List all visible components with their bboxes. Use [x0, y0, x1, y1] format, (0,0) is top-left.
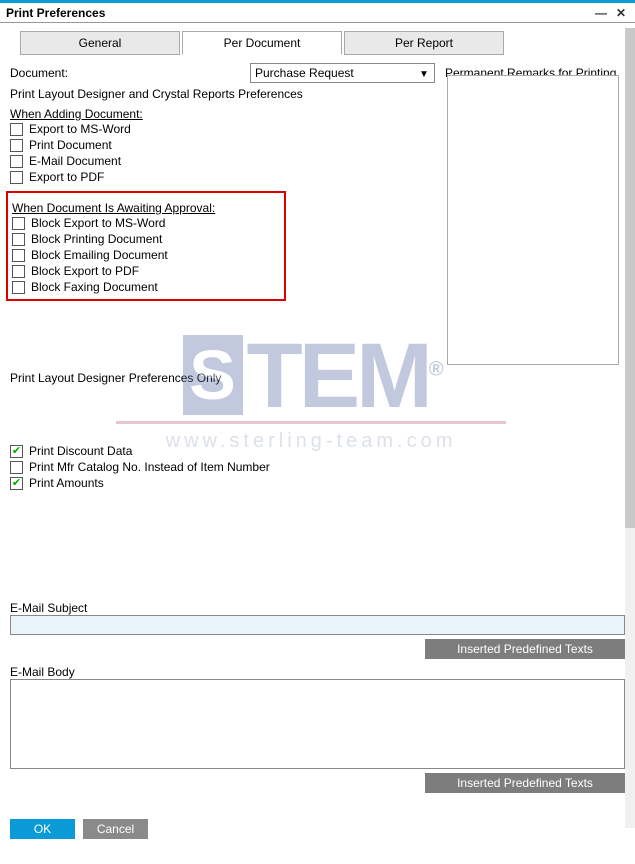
permanent-remarks-textarea[interactable]	[447, 75, 619, 365]
email-subject-input[interactable]	[10, 615, 625, 635]
tab-content: S TEM® www.sterling-team.com Document: P…	[0, 55, 635, 849]
checkbox[interactable]	[10, 123, 23, 136]
checkbox-label: Block Printing Document	[31, 232, 162, 246]
checkbox-label: Export to MS-Word	[29, 122, 131, 136]
email-body-label: E-Mail Body	[10, 665, 625, 679]
checkbox[interactable]	[10, 171, 23, 184]
tabs: General Per Document Per Report	[20, 31, 635, 55]
checkbox-label: Block Faxing Document	[31, 280, 158, 294]
chk-print-mfr-catalog[interactable]: Print Mfr Catalog No. Instead of Item Nu…	[10, 459, 625, 475]
titlebar: Print Preferences — ✕	[0, 3, 635, 23]
checkbox[interactable]	[10, 139, 23, 152]
insert-predefined-body-button[interactable]: Inserted Predefined Texts	[425, 773, 625, 793]
awaiting-title: When Document Is Awaiting Approval:	[12, 201, 280, 215]
checkbox-label: Print Mfr Catalog No. Instead of Item Nu…	[29, 460, 270, 474]
minimize-icon[interactable]: —	[593, 6, 609, 20]
checkbox-label: Print Discount Data	[29, 444, 132, 458]
dropdown-arrow-icon: ▼	[416, 66, 432, 82]
window-title: Print Preferences	[6, 6, 589, 20]
checkbox[interactable]	[12, 281, 25, 294]
checkbox-label: Print Document	[29, 138, 112, 152]
button-bar: OK Cancel	[10, 819, 148, 839]
checkbox[interactable]	[10, 461, 23, 474]
document-select-value: Purchase Request	[255, 66, 354, 80]
pld-only-title: Print Layout Designer Preferences Only	[10, 371, 625, 385]
checkbox[interactable]	[12, 233, 25, 246]
checkbox[interactable]	[10, 155, 23, 168]
awaiting-approval-block: When Document Is Awaiting Approval: Bloc…	[6, 191, 286, 301]
checkbox[interactable]: ✔	[10, 445, 23, 458]
chk-block-printing[interactable]: Block Printing Document	[12, 231, 280, 247]
chk-block-export-pdf[interactable]: Block Export to PDF	[12, 263, 280, 279]
checkbox-label: Export to PDF	[29, 170, 104, 184]
chk-block-emailing[interactable]: Block Emailing Document	[12, 247, 280, 263]
ok-button[interactable]: OK	[10, 819, 75, 839]
cancel-button[interactable]: Cancel	[83, 819, 148, 839]
chk-print-amounts[interactable]: ✔ Print Amounts	[10, 475, 625, 491]
checkbox[interactable]: ✔	[10, 477, 23, 490]
document-label: Document:	[10, 66, 250, 80]
email-body-input[interactable]	[10, 679, 625, 769]
checkbox-label: E-Mail Document	[29, 154, 121, 168]
email-subject-label: E-Mail Subject	[10, 601, 625, 615]
chk-block-faxing[interactable]: Block Faxing Document	[12, 279, 280, 295]
checkbox-label: Block Emailing Document	[31, 248, 168, 262]
tab-per-report[interactable]: Per Report	[344, 31, 504, 55]
chk-block-export-msword[interactable]: Block Export to MS-Word	[12, 215, 280, 231]
close-icon[interactable]: ✕	[613, 6, 629, 20]
checkbox[interactable]	[12, 265, 25, 278]
checkbox[interactable]	[12, 249, 25, 262]
document-select[interactable]: Purchase Request ▼	[250, 63, 435, 83]
chk-print-discount[interactable]: ✔ Print Discount Data	[10, 443, 625, 459]
checkbox-label: Block Export to MS-Word	[31, 216, 165, 230]
checkbox[interactable]	[12, 217, 25, 230]
tab-general[interactable]: General	[20, 31, 180, 55]
checkbox-label: Block Export to PDF	[31, 264, 139, 278]
checkbox-label: Print Amounts	[29, 476, 104, 490]
insert-predefined-subject-button[interactable]: Inserted Predefined Texts	[425, 639, 625, 659]
tab-per-document[interactable]: Per Document	[182, 31, 342, 55]
